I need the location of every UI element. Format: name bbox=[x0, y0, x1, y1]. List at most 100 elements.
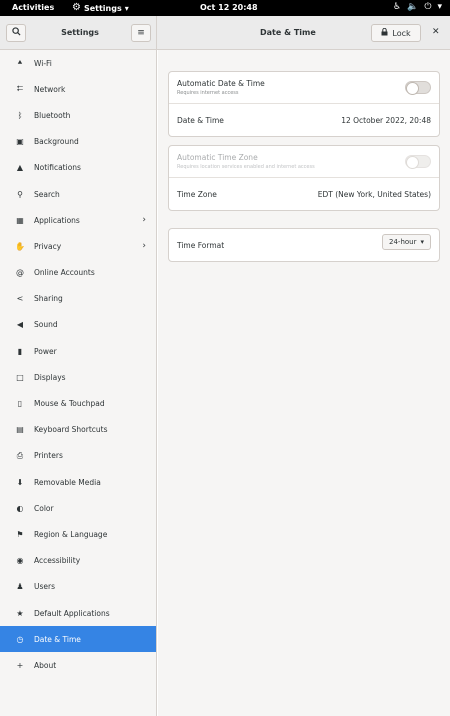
hamburger-icon: ≡ bbox=[137, 28, 145, 38]
about-icon: + bbox=[16, 660, 24, 670]
sidebar-item-network[interactable]: ⮄ Network bbox=[0, 76, 156, 102]
app-menu-label: Settings bbox=[83, 3, 122, 13]
search-icon: ⚲ bbox=[17, 189, 23, 199]
sidebar-item-label: Displays bbox=[34, 372, 66, 382]
sidebar-item-privacy[interactable]: ✋ Privacy › bbox=[0, 233, 156, 259]
sidebar-item-label: Wi-Fi bbox=[34, 58, 52, 68]
sidebar-item-label: Online Accounts bbox=[34, 268, 95, 278]
sidebar-item-label: Default Applications bbox=[34, 608, 110, 618]
keyboard-icon: ▤ bbox=[16, 425, 24, 435]
date-time-panel: Automatic Date & Time Requires internet … bbox=[158, 50, 450, 716]
time-format-row: Time Format 24-hour ▾ bbox=[169, 229, 439, 261]
sidebar-item-label: Region & Language bbox=[34, 529, 108, 539]
automatic-date-time-switch[interactable] bbox=[405, 81, 431, 95]
sidebar-item-label: Network bbox=[34, 84, 66, 94]
sidebar-item-default-applications[interactable]: ★ Default Applications bbox=[0, 600, 156, 626]
sidebar-item-label: Printers bbox=[34, 451, 63, 461]
sidebar-header: Settings ≡ bbox=[0, 16, 157, 50]
sidebar-item-about[interactable]: + About bbox=[0, 652, 156, 678]
mouse-icon: ▯ bbox=[17, 399, 23, 409]
activities-button[interactable]: Activities bbox=[12, 3, 54, 12]
sidebar-item-accessibility[interactable]: ◉ Accessibility bbox=[0, 548, 156, 574]
accessibility-icon: ♿ bbox=[393, 2, 402, 12]
lock-icon bbox=[381, 27, 388, 38]
chevron-right-icon: › bbox=[142, 215, 146, 226]
background-icon: ▣ bbox=[16, 137, 24, 147]
sidebar: ⯅ Wi-Fi ⮄ Network ᛒ Bluetooth ▣ Background ▲ Noti… bbox=[0, 50, 157, 716]
lock-button[interactable]: Lock bbox=[371, 24, 421, 42]
sidebar-item-search[interactable]: ⚲ Search bbox=[0, 181, 156, 207]
sidebar-item-applications[interactable]: ▦ Applications › bbox=[0, 207, 156, 233]
close-icon[interactable]: ✕ bbox=[432, 27, 440, 37]
users-icon: ♟ bbox=[16, 582, 24, 592]
sidebar-item-removable-media[interactable]: ⬇ Removable Media bbox=[0, 469, 156, 495]
battery-icon: ▮ bbox=[17, 346, 23, 356]
hand-icon: ✋ bbox=[15, 241, 25, 251]
time-format-dropdown[interactable]: 24-hour ▾ bbox=[382, 234, 431, 250]
sidebar-item-label: Date & Time bbox=[34, 634, 81, 644]
system-tray[interactable]: ♿ 🔈 ⏻ ▾ bbox=[393, 2, 442, 12]
sidebar-item-displays[interactable]: □ Displays bbox=[0, 364, 156, 390]
accessibility-icon: ◉ bbox=[16, 556, 24, 566]
date-time-card: Automatic Date & Time Requires internet … bbox=[168, 71, 440, 137]
automatic-time-zone-switch bbox=[405, 155, 431, 169]
sidebar-item-wi-fi[interactable]: ⯅ Wi-Fi bbox=[0, 50, 156, 76]
sidebar-item-label: Sound bbox=[34, 320, 58, 330]
clock-icon: ◷ bbox=[16, 634, 24, 644]
gear-icon: ⚙ bbox=[72, 2, 81, 13]
share-icon: < bbox=[16, 294, 24, 304]
header-bar: Settings ≡ Date & Time Lock ✕ bbox=[0, 16, 450, 50]
grid-icon: ▦ bbox=[16, 215, 24, 225]
sidebar-item-label: Sharing bbox=[34, 294, 63, 304]
sidebar-item-mouse-touchpad[interactable]: ▯ Mouse & Touchpad bbox=[0, 390, 156, 416]
sidebar-item-online-accounts[interactable]: @ Online Accounts bbox=[0, 260, 156, 286]
sidebar-item-label: Bluetooth bbox=[34, 110, 71, 120]
search-button[interactable] bbox=[6, 24, 26, 42]
network-icon: ⮄ bbox=[16, 84, 24, 94]
sidebar-item-label: Keyboard Shortcuts bbox=[34, 425, 108, 435]
sidebar-item-power[interactable]: ▮ Power bbox=[0, 338, 156, 364]
sidebar-item-keyboard-shortcuts[interactable]: ▤ Keyboard Shortcuts bbox=[0, 417, 156, 443]
top-bar: Activities ⚙ Settings ▾ Oct 12 20:48 ♿ 🔈… bbox=[0, 0, 450, 16]
date-time-row[interactable]: Date & Time 12 October 2022, 20:48 bbox=[169, 104, 439, 136]
sidebar-item-background[interactable]: ▣ Background bbox=[0, 129, 156, 155]
sidebar-item-label: Color bbox=[34, 503, 54, 513]
page-title: Date & Time bbox=[260, 28, 316, 37]
sidebar-item-date-time[interactable]: ◷ Date & Time bbox=[0, 626, 156, 653]
bluetooth-icon: ᛒ bbox=[17, 110, 23, 120]
power-icon: ⏻ bbox=[424, 2, 432, 12]
sidebar-item-sound[interactable]: ◀ Sound bbox=[0, 312, 156, 338]
color-icon: ◐ bbox=[16, 503, 24, 513]
automatic-date-time-sub: Requires internet access bbox=[177, 90, 239, 96]
sidebar-item-printers[interactable]: ⎙ Printers bbox=[0, 443, 156, 469]
lock-label: Lock bbox=[392, 28, 411, 38]
sidebar-item-label: Users bbox=[34, 582, 56, 592]
date-time-label: Date & Time bbox=[177, 115, 224, 125]
automatic-date-time-label: Automatic Date & Time bbox=[177, 79, 265, 88]
sidebar-item-region-language[interactable]: ⚑ Region & Language bbox=[0, 521, 156, 547]
time-zone-value: EDT (New York, United States) bbox=[317, 189, 431, 199]
printer-icon: ⎙ bbox=[16, 450, 24, 460]
sidebar-item-label: Applications bbox=[34, 215, 80, 225]
sidebar-item-users[interactable]: ♟ Users bbox=[0, 574, 156, 600]
sidebar-item-label: Power bbox=[34, 346, 57, 356]
sidebar-item-bluetooth[interactable]: ᛒ Bluetooth bbox=[0, 102, 156, 128]
time-zone-row[interactable]: Time Zone EDT (New York, United States) bbox=[169, 178, 439, 210]
usb-icon: ⬇ bbox=[16, 477, 24, 487]
clock[interactable]: Oct 12 20:48 bbox=[200, 3, 258, 12]
sidebar-item-label: Notifications bbox=[34, 163, 81, 173]
sidebar-item-color[interactable]: ◐ Color bbox=[0, 495, 156, 521]
sidebar-item-label: About bbox=[34, 660, 57, 670]
sidebar-item-notifications[interactable]: ▲ Notifications bbox=[0, 155, 156, 181]
flag-icon: ⚑ bbox=[16, 529, 24, 539]
sidebar-item-sharing[interactable]: < Sharing bbox=[0, 286, 156, 312]
menu-button[interactable]: ≡ bbox=[131, 24, 151, 42]
caret-down-icon: ▾ bbox=[124, 3, 129, 13]
monitor-icon: □ bbox=[16, 372, 24, 382]
automatic-date-time-row[interactable]: Automatic Date & Time Requires internet … bbox=[169, 72, 439, 104]
automatic-time-zone-label: Automatic Time Zone bbox=[177, 153, 258, 162]
speaker-icon: ◀ bbox=[16, 320, 24, 330]
app-menu[interactable]: ⚙ Settings ▾ bbox=[72, 3, 129, 13]
time-format-value: 24-hour bbox=[389, 238, 417, 246]
time-zone-card: Automatic Time Zone Requires location se… bbox=[168, 145, 440, 211]
